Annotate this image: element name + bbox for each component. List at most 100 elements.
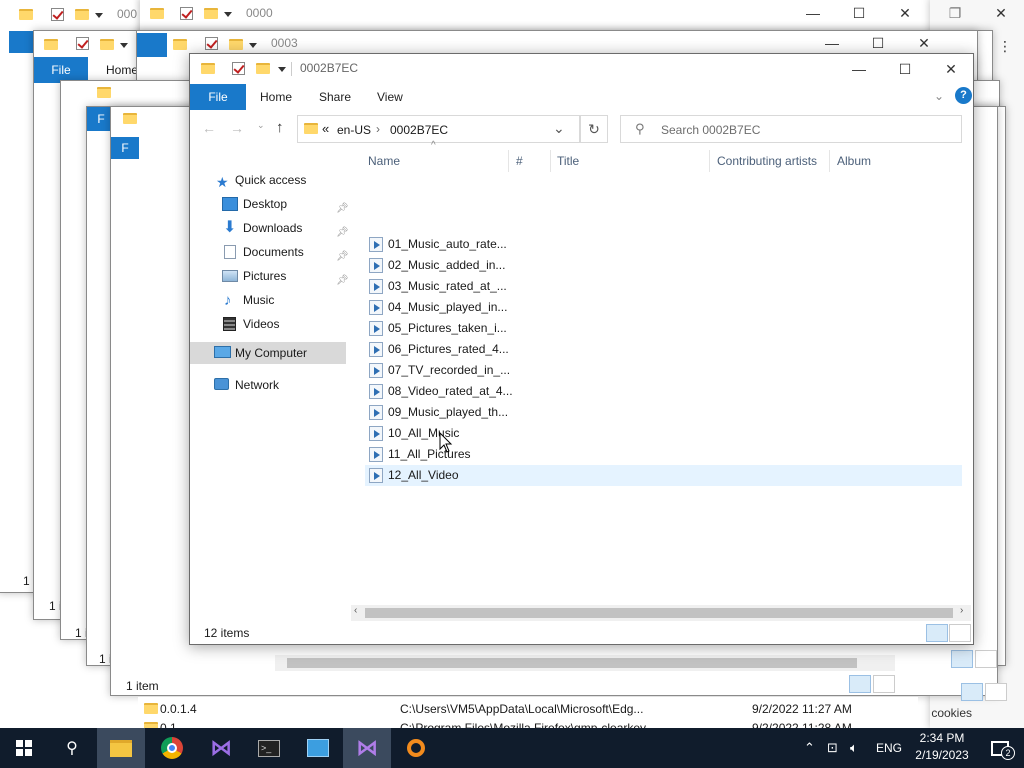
close-button[interactable]: ✕: [882, 0, 928, 28]
taskbar-chrome[interactable]: [148, 728, 196, 768]
taskbar-visual-studio-2[interactable]: ⋈: [343, 728, 391, 768]
maximize-button[interactable]: ☐: [882, 54, 928, 84]
horizontal-scrollbar[interactable]: [275, 655, 895, 671]
horizontal-scrollbar[interactable]: ‹ ›: [351, 605, 971, 621]
sidebar-item-quick-access[interactable]: ★ Quick access: [216, 169, 346, 191]
up-button[interactable]: ↑: [276, 119, 284, 136]
list-item[interactable]: 03_Music_rated_at_...: [365, 276, 962, 297]
clock[interactable]: 2:34 PM 2/19/2023: [910, 730, 974, 766]
title-bar[interactable]: 0002B7EC — ☐ ✕: [190, 54, 973, 84]
list-item[interactable]: 02_Music_added_in...: [365, 255, 962, 276]
file-tab[interactable]: F: [111, 137, 139, 159]
tab-view[interactable]: View: [377, 84, 403, 110]
list-item[interactable]: 05_Pictures_taken_i...: [365, 318, 962, 339]
details-view-button[interactable]: [849, 675, 871, 693]
expand-ribbon-icon[interactable]: ⌄: [934, 89, 944, 103]
column-header-number[interactable]: #: [516, 154, 523, 168]
pin-icon[interactable]: 📌︎: [336, 270, 349, 286]
minimize-button[interactable]: —: [790, 0, 836, 28]
scrollbar-thumb[interactable]: [287, 658, 857, 668]
search-input[interactable]: ⚲ Search 0002B7EC: [620, 115, 962, 143]
pin-icon[interactable]: 📌︎: [336, 222, 349, 238]
new-folder-icon[interactable]: [256, 63, 270, 74]
column-divider[interactable]: [709, 150, 710, 172]
cookies-link[interactable]: & cookies: [930, 706, 972, 720]
maximize-button[interactable]: ☐: [836, 0, 882, 28]
show-hidden-icons-button[interactable]: ⌃: [804, 728, 815, 768]
taskbar-app[interactable]: [294, 728, 342, 768]
volume-icon[interactable]: 🔈︎: [850, 728, 858, 768]
large-icons-view-button[interactable]: [985, 683, 1007, 701]
file-explorer-window[interactable]: 0002B7EC — ☐ ✕ File Home Share View ⌄ ? …: [189, 53, 974, 645]
column-header-album[interactable]: Album: [837, 154, 871, 168]
home-tab[interactable]: Home: [106, 63, 138, 77]
address-dropdown-icon[interactable]: ⌄: [553, 120, 565, 137]
column-divider[interactable]: [550, 150, 551, 172]
back-button[interactable]: ←: [202, 120, 216, 136]
network-tray-icon[interactable]: ⊡: [827, 728, 838, 768]
list-item[interactable]: 06_Pictures_rated_4...: [365, 339, 962, 360]
close-button[interactable]: ✕: [978, 0, 1024, 28]
start-button[interactable]: [0, 728, 48, 768]
taskbar-search-tool[interactable]: [392, 728, 440, 768]
list-item[interactable]: 0.0.1.4 C:\Users\VM5\AppData\Local\Micro…: [138, 701, 918, 717]
sidebar-item-downloads[interactable]: ⬇ Downloads 📌︎: [222, 217, 349, 239]
notification-center-button[interactable]: 2: [976, 728, 1024, 768]
tab-home[interactable]: Home: [260, 84, 292, 110]
large-icons-view-button[interactable]: [975, 650, 997, 668]
customize-toolbar-icon[interactable]: [278, 67, 286, 72]
minimize-button[interactable]: —: [836, 54, 882, 84]
tab-file[interactable]: File: [190, 84, 246, 110]
column-header-name[interactable]: Name: [368, 154, 400, 168]
scrollbar-thumb[interactable]: [365, 608, 953, 618]
sidebar-item-documents[interactable]: Documents 📌︎: [222, 241, 349, 263]
list-item[interactable]: 04_Music_played_in...: [365, 297, 962, 318]
taskbar-visual-studio[interactable]: ⋈: [197, 728, 245, 768]
breadcrumb-overflow[interactable]: «: [322, 121, 329, 136]
pin-icon[interactable]: 📌︎: [336, 246, 349, 262]
scroll-right-arrow[interactable]: ›: [960, 605, 963, 616]
column-divider[interactable]: [829, 150, 830, 172]
sidebar-item-videos[interactable]: Videos: [222, 313, 346, 335]
close-button[interactable]: ✕: [928, 54, 973, 84]
help-icon[interactable]: ?: [955, 87, 972, 104]
tab-share[interactable]: Share: [319, 84, 351, 110]
sidebar-item-my-computer[interactable]: My Computer: [190, 342, 346, 364]
file-tab[interactable]: [137, 33, 167, 57]
scroll-left-arrow[interactable]: ‹: [354, 605, 357, 616]
column-divider[interactable]: [508, 150, 509, 172]
restore-button[interactable]: ❐: [932, 0, 978, 28]
language-indicator[interactable]: ENG: [876, 728, 902, 768]
list-item[interactable]: 10_All_Music: [365, 423, 962, 444]
list-item[interactable]: 07_TV_recorded_in_...: [365, 360, 962, 381]
large-icons-view-button[interactable]: [949, 624, 971, 642]
list-item-hovered[interactable]: 12_All_Video: [365, 465, 962, 486]
more-menu-icon[interactable]: ⋮: [998, 38, 1012, 55]
breadcrumb-en-us[interactable]: en-US: [337, 123, 371, 137]
list-item[interactable]: 08_Video_rated_at_4...: [365, 381, 962, 402]
details-view-button[interactable]: [951, 650, 973, 668]
refresh-button[interactable]: ↻: [580, 115, 608, 143]
details-view-button[interactable]: [961, 683, 983, 701]
address-bar[interactable]: « en-US › 0002B7EC ⌄: [297, 115, 580, 143]
column-header-title[interactable]: Title: [557, 154, 579, 168]
app-icon: [307, 739, 329, 757]
search-button[interactable]: ⚲: [48, 728, 96, 768]
taskbar-terminal[interactable]: >_: [245, 728, 293, 768]
pin-icon[interactable]: 📌︎: [336, 198, 349, 214]
details-view-button[interactable]: [926, 624, 948, 642]
taskbar-file-explorer[interactable]: [97, 728, 145, 768]
recent-locations-button[interactable]: ⌄: [257, 120, 265, 131]
large-icons-view-button[interactable]: [873, 675, 895, 693]
list-item[interactable]: 01_Music_auto_rate...: [365, 234, 962, 255]
list-item[interactable]: 09_Music_played_th...: [365, 402, 962, 423]
sidebar-item-desktop[interactable]: Desktop 📌︎: [222, 193, 349, 215]
sidebar-item-music[interactable]: ♪ Music: [222, 289, 346, 311]
sidebar-item-network[interactable]: Network: [214, 374, 346, 396]
list-item[interactable]: 11_All_Pictures: [365, 444, 962, 465]
properties-icon[interactable]: [232, 62, 245, 75]
column-header-contributing-artists[interactable]: Contributing artists: [717, 154, 817, 168]
breadcrumb-current[interactable]: 0002B7EC: [390, 123, 448, 137]
sidebar-item-pictures[interactable]: Pictures 📌︎: [222, 265, 349, 287]
forward-button[interactable]: →: [230, 120, 244, 136]
